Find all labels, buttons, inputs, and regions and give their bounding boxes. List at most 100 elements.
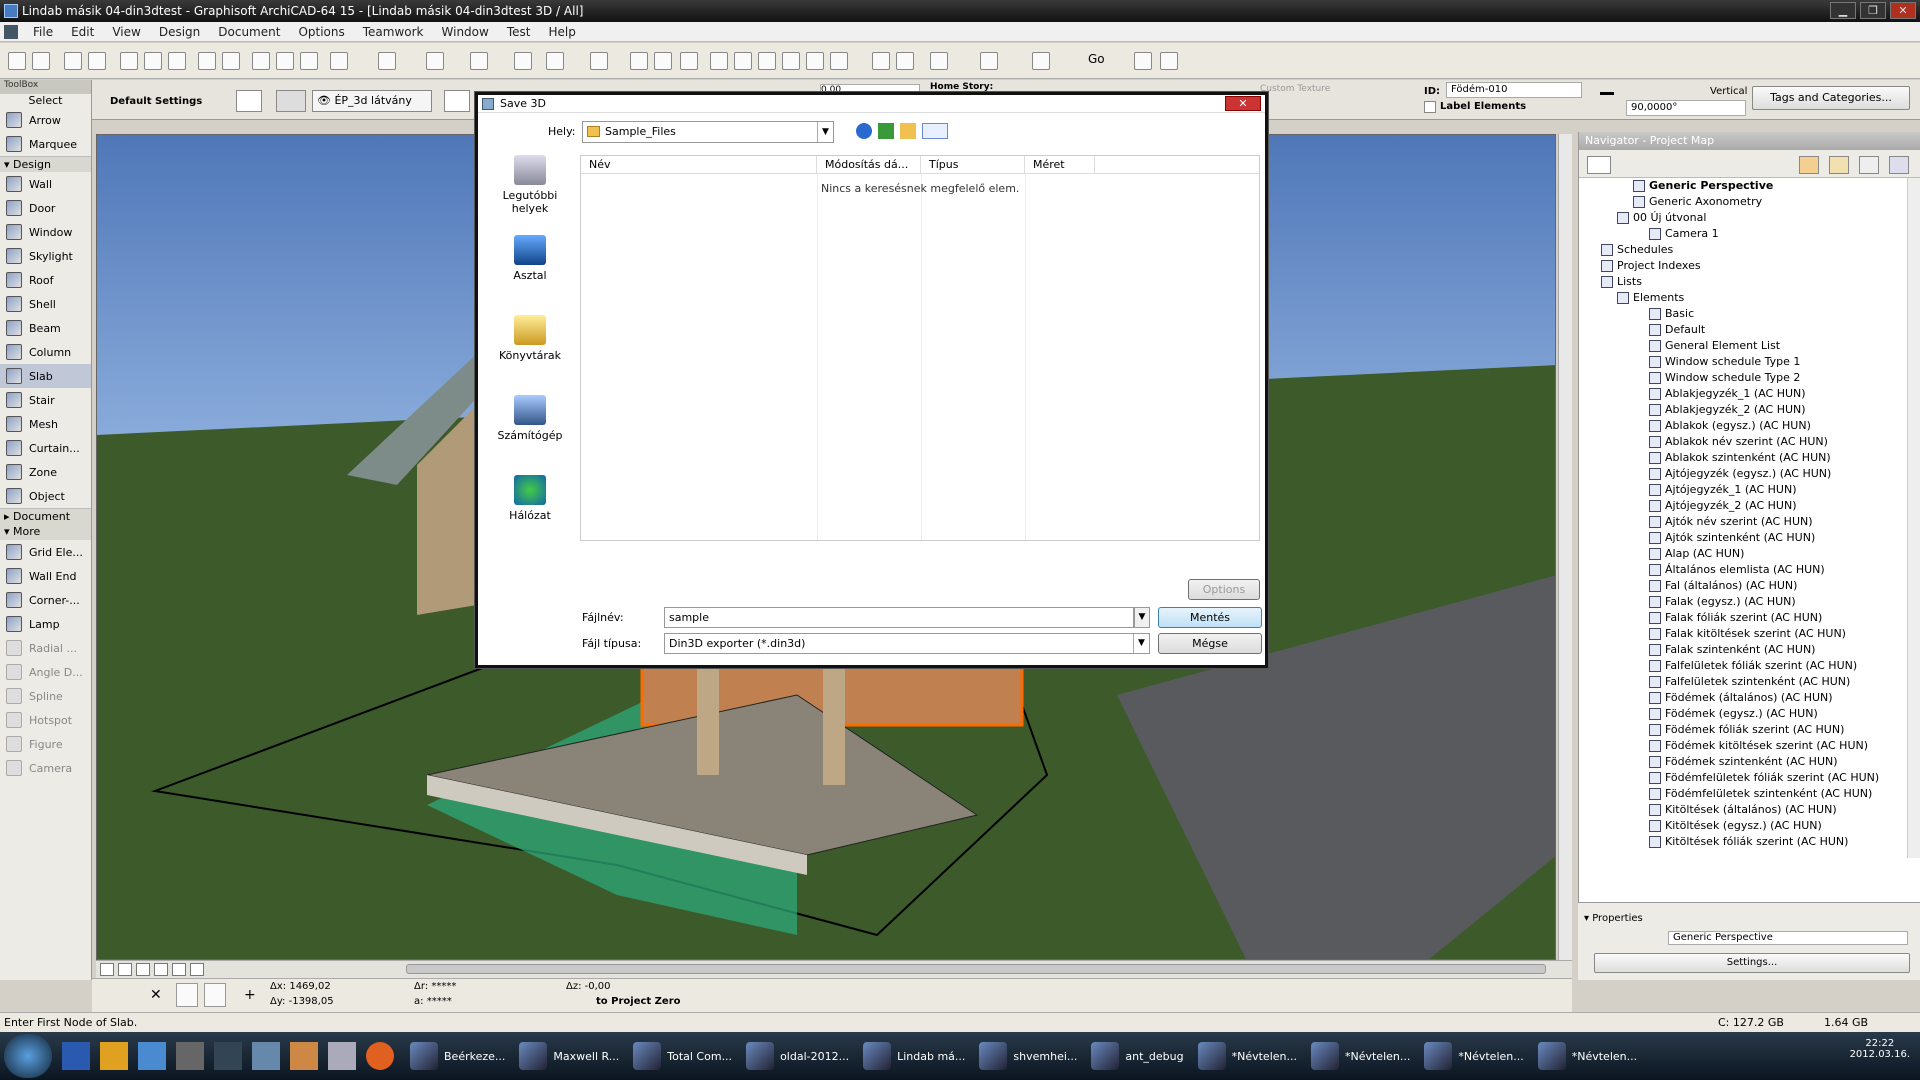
column-name[interactable]: Név bbox=[581, 156, 817, 173]
tree-item[interactable]: Ajtók szintenként (AC HUN) bbox=[1579, 530, 1907, 546]
column-type[interactable]: Típus bbox=[921, 156, 1025, 173]
trace-icon[interactable] bbox=[630, 52, 648, 70]
tree-item[interactable]: Falfelületek szintenként (AC HUN) bbox=[1579, 674, 1907, 690]
horizontal-scroll-thumb[interactable] bbox=[406, 964, 1546, 974]
place-computer[interactable]: Számítógép bbox=[484, 395, 576, 442]
tool-stair[interactable]: Stair bbox=[0, 388, 91, 412]
split-icon[interactable] bbox=[654, 52, 672, 70]
save-app-icon[interactable] bbox=[62, 1042, 90, 1070]
save-button[interactable]: Mentés bbox=[1158, 607, 1262, 628]
dialog-close-button[interactable]: ✕ bbox=[1225, 96, 1261, 111]
up-folder-icon[interactable] bbox=[878, 123, 894, 139]
tree-item[interactable]: Generic Axonometry bbox=[1579, 194, 1907, 210]
taskbar-item[interactable]: Total Com... bbox=[627, 1037, 738, 1075]
distribute-icon[interactable] bbox=[546, 52, 564, 70]
tree-item[interactable]: Födémek (egysz.) (AC HUN) bbox=[1579, 706, 1907, 722]
tool-zone[interactable]: Zone bbox=[0, 460, 91, 484]
tree-item[interactable]: Schedules bbox=[1579, 242, 1907, 258]
tool-slab[interactable]: Slab bbox=[0, 364, 91, 388]
filetype-select[interactable]: Din3D exporter (*.din3d) ▼ bbox=[664, 633, 1150, 654]
archicad2-app-icon[interactable] bbox=[214, 1042, 242, 1070]
tool-grid-ele[interactable]: Grid Ele... bbox=[0, 540, 91, 564]
tool-radial[interactable]: Radial ... bbox=[0, 636, 91, 660]
tool-beam[interactable]: Beam bbox=[0, 316, 91, 340]
layout-book-icon[interactable] bbox=[1859, 156, 1879, 174]
tree-item[interactable]: Alap (AC HUN) bbox=[1579, 546, 1907, 562]
pick-up-icon[interactable] bbox=[276, 52, 294, 70]
close-window-button[interactable]: ✕ bbox=[1890, 2, 1916, 19]
tool-object[interactable]: Object bbox=[0, 484, 91, 508]
restore-button[interactable]: ❐ bbox=[1860, 2, 1886, 19]
new-folder-icon[interactable] bbox=[900, 123, 916, 139]
tree-item[interactable]: Födémek kitöltések szerint (AC HUN) bbox=[1579, 738, 1907, 754]
menu-view[interactable]: View bbox=[103, 25, 149, 39]
geometry-method-icon[interactable] bbox=[444, 90, 470, 112]
archicad-app-icon[interactable] bbox=[176, 1042, 204, 1070]
view-map-icon[interactable] bbox=[1829, 156, 1849, 174]
tree-item[interactable]: Ajtók név szerint (AC HUN) bbox=[1579, 514, 1907, 530]
tool-corner[interactable]: Corner-... bbox=[0, 588, 91, 612]
tool-angle-d[interactable]: Angle D... bbox=[0, 660, 91, 684]
viewport-vertical-scrollbar[interactable] bbox=[1558, 134, 1572, 960]
copy-icon[interactable] bbox=[144, 52, 162, 70]
tree-item[interactable]: Ajtójegyzék_2 (AC HUN) bbox=[1579, 498, 1907, 514]
tree-item[interactable]: Födémfelületek szintenként (AC HUN) bbox=[1579, 786, 1907, 802]
tool-marquee[interactable]: Marquee bbox=[0, 132, 91, 156]
tool-arrow[interactable]: Arrow bbox=[0, 108, 91, 132]
undo-icon[interactable] bbox=[198, 52, 216, 70]
tree-item[interactable]: Camera 1 bbox=[1579, 226, 1907, 242]
back-icon[interactable] bbox=[856, 123, 872, 139]
tree-item[interactable]: Födémek fóliák szerint (AC HUN) bbox=[1579, 722, 1907, 738]
orbit-icon[interactable] bbox=[980, 52, 998, 70]
tags-categories-button[interactable]: Tags and Categories... bbox=[1752, 86, 1910, 110]
walk-icon[interactable] bbox=[1160, 52, 1178, 70]
tool-column[interactable]: Column bbox=[0, 340, 91, 364]
menu-edit[interactable]: Edit bbox=[62, 25, 103, 39]
view-menu-icon[interactable] bbox=[922, 123, 948, 139]
tree-item[interactable]: Födémek (általános) (AC HUN) bbox=[1579, 690, 1907, 706]
taskbar-item[interactable]: oldal-2012... bbox=[740, 1037, 855, 1075]
tree-item[interactable]: Default bbox=[1579, 322, 1907, 338]
zoom-in-icon[interactable] bbox=[100, 963, 114, 976]
tool-lamp[interactable]: Lamp bbox=[0, 612, 91, 636]
menu-options[interactable]: Options bbox=[289, 25, 353, 39]
menu-app-icon[interactable] bbox=[4, 24, 18, 39]
taskbar-item[interactable]: Maxwell R... bbox=[513, 1037, 625, 1075]
da-value[interactable]: ***** bbox=[427, 996, 452, 1007]
place-libraries[interactable]: Könyvtárak bbox=[484, 315, 576, 362]
go-label[interactable]: Go bbox=[1088, 52, 1105, 66]
adjust-icon[interactable] bbox=[734, 52, 752, 70]
chevron-down-icon[interactable]: ▼ bbox=[1134, 607, 1150, 628]
dx-value[interactable]: 1469,02 bbox=[289, 981, 330, 992]
tree-item[interactable]: Ablakok (egysz.) (AC HUN) bbox=[1579, 418, 1907, 434]
tree-item[interactable]: Födémfelületek fóliák szerint (AC HUN) bbox=[1579, 770, 1907, 786]
calc-app-icon[interactable] bbox=[328, 1042, 356, 1070]
tree-item[interactable]: Ablakjegyzék_1 (AC HUN) bbox=[1579, 386, 1907, 402]
media-app-icon[interactable] bbox=[290, 1042, 318, 1070]
tool-spline[interactable]: Spline bbox=[0, 684, 91, 708]
tree-item[interactable]: General Element List bbox=[1579, 338, 1907, 354]
taskbar-item[interactable]: ant_debug bbox=[1085, 1037, 1189, 1075]
angle-field[interactable]: 90,0000° bbox=[1626, 100, 1746, 116]
taskbar-item[interactable]: *Névtelen... bbox=[1532, 1037, 1643, 1075]
properties-name-field[interactable]: Generic Perspective bbox=[1668, 931, 1908, 945]
place-desktop[interactable]: Asztal bbox=[484, 235, 576, 282]
taskbar-item[interactable]: Lindab má... bbox=[857, 1037, 971, 1075]
dy-value[interactable]: -1398,05 bbox=[289, 996, 334, 1007]
column-modified[interactable]: Módosítás dá... bbox=[817, 156, 921, 173]
options-button[interactable]: Options bbox=[1188, 579, 1260, 600]
tool-app-icon[interactable] bbox=[252, 1042, 280, 1070]
firefox-app-icon[interactable] bbox=[366, 1042, 394, 1070]
menu-teamwork[interactable]: Teamwork bbox=[354, 25, 433, 39]
file-list[interactable]: Név Módosítás dá... Típus Méret Nincs a … bbox=[580, 155, 1260, 541]
tree-item[interactable]: Fal (általános) (AC HUN) bbox=[1579, 578, 1907, 594]
elevate-icon[interactable] bbox=[758, 52, 776, 70]
place-recent[interactable]: Legutóbbi helyek bbox=[484, 155, 576, 215]
navigator-options-icon[interactable] bbox=[1587, 156, 1611, 174]
tree-item[interactable]: Window schedule Type 2 bbox=[1579, 370, 1907, 386]
align-icon[interactable] bbox=[514, 52, 532, 70]
tree-item[interactable]: 00 Új útvonal bbox=[1579, 210, 1907, 226]
fillet-icon[interactable] bbox=[782, 52, 800, 70]
tool-shell[interactable]: Shell bbox=[0, 292, 91, 316]
layer-select[interactable]: 👁 ÉP_3d látvány bbox=[312, 90, 432, 112]
